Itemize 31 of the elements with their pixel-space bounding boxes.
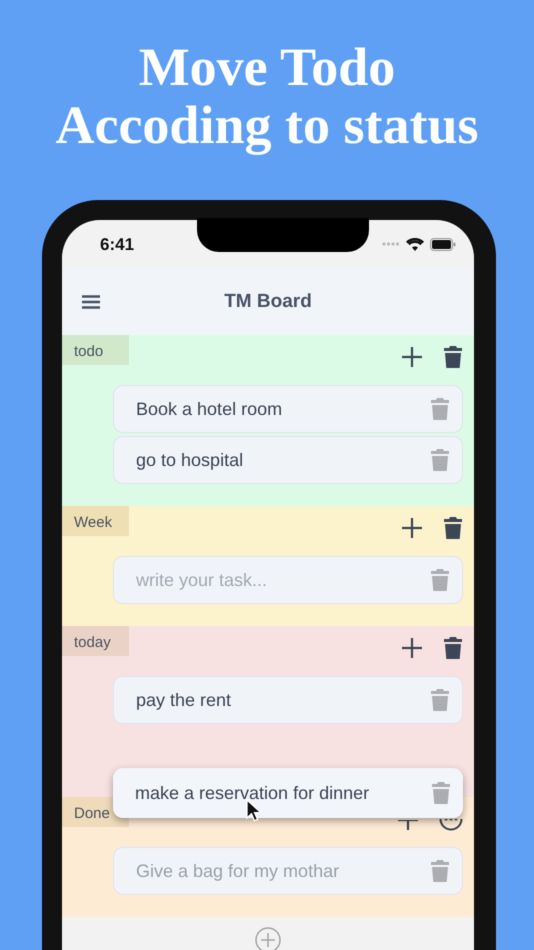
status-time: 6:41 (100, 235, 134, 255)
section-label: today (62, 626, 129, 656)
battery-icon (430, 238, 456, 250)
task-card[interactable]: go to hospital (113, 436, 463, 484)
trash-icon[interactable] (443, 346, 463, 368)
promo-headline: Accoding to status (55, 96, 478, 155)
more-icon[interactable] (439, 819, 463, 831)
plus-icon[interactable] (401, 637, 423, 659)
task-text: Book a hotel room (136, 398, 284, 420)
task-card[interactable]: Book a hotel room (113, 385, 463, 433)
plus-icon[interactable] (397, 820, 419, 831)
trash-icon[interactable] (443, 517, 463, 539)
task-text: make a reservation for dinner (135, 782, 370, 804)
promo-headline: Move Todo (138, 38, 396, 96)
plus-icon[interactable] (401, 517, 423, 539)
task-text: Give a bag for my mothar (136, 860, 340, 882)
task-card[interactable]: pay the rent (113, 676, 463, 724)
cursor-icon (246, 799, 262, 823)
trash-icon[interactable] (443, 637, 463, 659)
menu-icon[interactable] (82, 294, 100, 308)
section-label: todo (62, 335, 129, 365)
task-input-field[interactable]: write your task... (136, 570, 430, 590)
task-text: go to hospital (136, 450, 244, 470)
wifi-icon (406, 238, 424, 250)
section-label: Week (62, 506, 129, 536)
signal-icon (382, 242, 400, 246)
plus-icon[interactable] (401, 346, 423, 368)
app-title: TM Board (224, 290, 312, 312)
task-text: pay the rent (136, 690, 232, 710)
dragged-task-card[interactable]: make a reservation for dinner (113, 768, 463, 818)
task-card[interactable]: write your task... (113, 556, 463, 604)
